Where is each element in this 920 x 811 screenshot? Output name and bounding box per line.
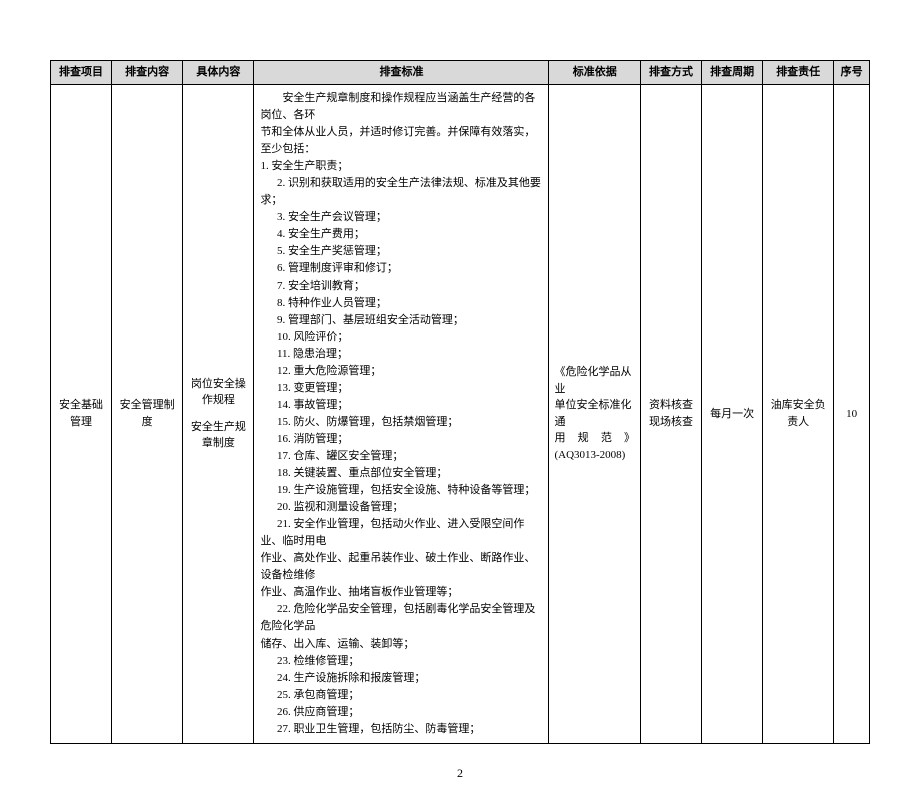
basis-line: 单位安全标准化通 [554,397,635,430]
resp-line: 油库安全负 [767,397,829,414]
header-seq: 序号 [834,61,870,85]
standard-item: 作业、高处作业、起重吊装作业、破土作业、断路作业、设备检维修 [260,550,542,584]
standard-item: 1. 安全生产职责； [260,158,542,175]
header-responsibility: 排查责任 [763,61,834,85]
basis-line: 用 规 范 》 [554,430,635,447]
header-standard: 排查标准 [254,61,549,85]
header-item: 排查项目 [51,61,112,85]
page-number: 2 [50,766,870,781]
standard-intro-2: 节和全体从业人员，并适时修订完善。并保障有效落实，至少包括： [260,124,542,158]
cell-cycle: 每月一次 [702,85,763,744]
basis-line: 《危险化学品从业 [554,364,635,397]
standard-item: 作业、高温作业、抽堵盲板作业管理等； [260,584,542,601]
standard-item: 22. 危险化学品安全管理，包括剧毒化学品安全管理及危险化学品 [260,601,542,635]
resp-line: 责人 [767,414,829,431]
cell-detail: 岗位安全操作规程 安全生产规章制度 [183,85,254,744]
standard-item: 20. 监视和测量设备管理； [260,499,542,516]
inspection-table: 排查项目 排查内容 具体内容 排查标准 标准依据 排查方式 排查周期 排查责任 … [50,60,870,744]
standard-item: 11. 隐患治理； [260,346,542,363]
standard-item: 9. 管理部门、基层班组安全活动管理； [260,312,542,329]
detail-line2: 安全生产规章制度 [187,419,249,452]
standard-item: 2. 识别和获取适用的安全生产法律法规、标准及其他要求； [260,175,542,209]
cell-item: 安全基础管理 [51,85,112,744]
cell-method: 资料核查 现场核查 [641,85,702,744]
standard-item: 储存、出入库、运输、装卸等； [260,636,542,653]
table-row: 安全基础管理 安全管理制度 岗位安全操作规程 安全生产规章制度 安全生产规章制度… [51,85,870,744]
standard-intro-1: 安全生产规章制度和操作规程应当涵盖生产经营的各岗位、各环 [260,90,542,124]
standard-item: 23. 检维修管理； [260,653,542,670]
cell-responsibility: 油库安全负 责人 [763,85,834,744]
standard-item: 18. 关键装置、重点部位安全管理； [260,465,542,482]
standard-item: 8. 特种作业人员管理； [260,295,542,312]
header-basis: 标准依据 [549,61,641,85]
standard-item: 21. 安全作业管理，包括动火作业、进入受限空间作业、临时用电 [260,516,542,550]
header-content: 排查内容 [112,61,183,85]
method-line: 现场核查 [645,414,697,431]
standard-item: 27. 职业卫生管理，包括防尘、防毒管理； [260,721,542,738]
standard-item: 5. 安全生产奖惩管理； [260,243,542,260]
cell-seq: 10 [834,85,870,744]
cell-basis: 《危险化学品从业 单位安全标准化通 用 规 范 》 (AQ3013-2008) [549,85,641,744]
detail-line1: 岗位安全操作规程 [187,376,249,409]
standard-item: 4. 安全生产费用； [260,226,542,243]
standard-item: 24. 生产设施拆除和报废管理； [260,670,542,687]
table-header-row: 排查项目 排查内容 具体内容 排查标准 标准依据 排查方式 排查周期 排查责任 … [51,61,870,85]
standard-item: 19. 生产设施管理，包括安全设施、特种设备等管理； [260,482,542,499]
standard-item: 15. 防火、防爆管理，包括禁烟管理； [260,414,542,431]
standard-item: 16. 消防管理； [260,431,542,448]
cell-standard: 安全生产规章制度和操作规程应当涵盖生产经营的各岗位、各环 节和全体从业人员，并适… [254,85,549,744]
standard-item: 25. 承包商管理； [260,687,542,704]
standard-item: 3. 安全生产会议管理； [260,209,542,226]
standard-item: 12. 重大危险源管理； [260,363,542,380]
standard-item: 6. 管理制度评审和修订； [260,260,542,277]
standard-item: 17. 仓库、罐区安全管理； [260,448,542,465]
standard-item: 13. 变更管理； [260,380,542,397]
header-method: 排查方式 [641,61,702,85]
basis-line: (AQ3013-2008) [554,447,635,464]
method-line: 资料核查 [645,397,697,414]
standard-item: 14. 事故管理； [260,397,542,414]
standard-item: 7. 安全培训教育； [260,278,542,295]
standard-item: 10. 风险评价； [260,329,542,346]
cell-content: 安全管理制度 [112,85,183,744]
header-cycle: 排查周期 [702,61,763,85]
standard-item: 26. 供应商管理； [260,704,542,721]
header-detail: 具体内容 [183,61,254,85]
